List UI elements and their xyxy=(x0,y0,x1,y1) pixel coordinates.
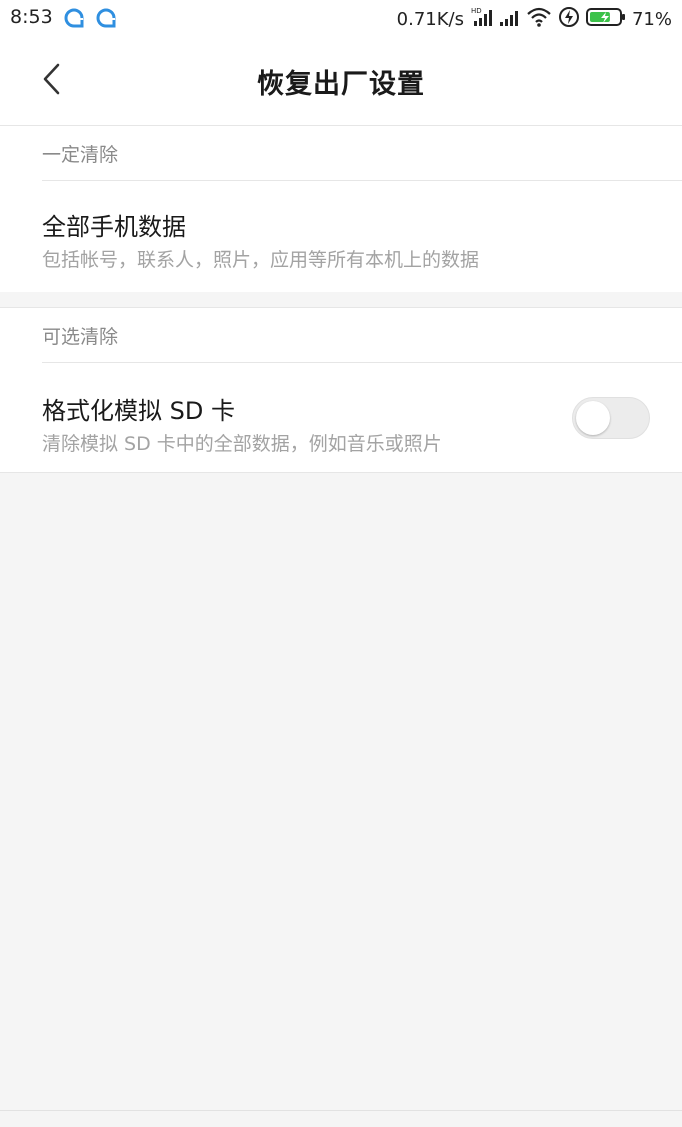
browser-icon xyxy=(96,8,116,28)
status-bar: 8:53 0.71K/s HD 71% xyxy=(0,0,682,38)
battery-percent: 71% xyxy=(631,8,672,30)
signal-hd-icon: HD xyxy=(470,6,492,33)
toggle-knob xyxy=(576,401,610,435)
item-subtitle: 包括帐号，联系人，照片，应用等所有本机上的数据 xyxy=(42,249,480,271)
setting-item-all-phone-data[interactable]: 全部手机数据 包括帐号，联系人，照片，应用等所有本机上的数据 xyxy=(0,181,682,292)
browser-icon xyxy=(64,8,84,28)
hd-badge: HD xyxy=(471,7,482,15)
status-time: 8:53 xyxy=(10,6,53,28)
format-sd-toggle[interactable] xyxy=(572,397,650,439)
charging-icon xyxy=(558,6,580,33)
wifi-icon xyxy=(526,6,552,33)
page-title: 恢复出厂设置 xyxy=(257,69,425,100)
item-subtitle: 清除模拟 SD 卡中的全部数据，例如音乐或照片 xyxy=(42,433,442,455)
item-title: 格式化模拟 SD 卡 xyxy=(42,397,235,425)
title-bar: 恢复出厂设置 xyxy=(0,38,682,126)
section-header: 可选清除 xyxy=(42,308,682,363)
section-header: 一定清除 xyxy=(42,126,682,181)
battery-icon xyxy=(585,6,626,33)
signal-icon xyxy=(498,6,520,33)
section-required: 一定清除 全部手机数据 包括帐号，联系人，照片，应用等所有本机上的数据 xyxy=(0,126,682,292)
item-title: 全部手机数据 xyxy=(42,213,186,241)
bottom-divider xyxy=(0,1110,682,1111)
section-optional: 可选清除 格式化模拟 SD 卡 清除模拟 SD 卡中的全部数据，例如音乐或照片 xyxy=(0,307,682,473)
status-right-group: 0.71K/s HD 71% xyxy=(397,6,672,32)
network-speed: 0.71K/s xyxy=(396,8,464,30)
setting-item-format-sd[interactable]: 格式化模拟 SD 卡 清除模拟 SD 卡中的全部数据，例如音乐或照片 xyxy=(0,363,682,472)
